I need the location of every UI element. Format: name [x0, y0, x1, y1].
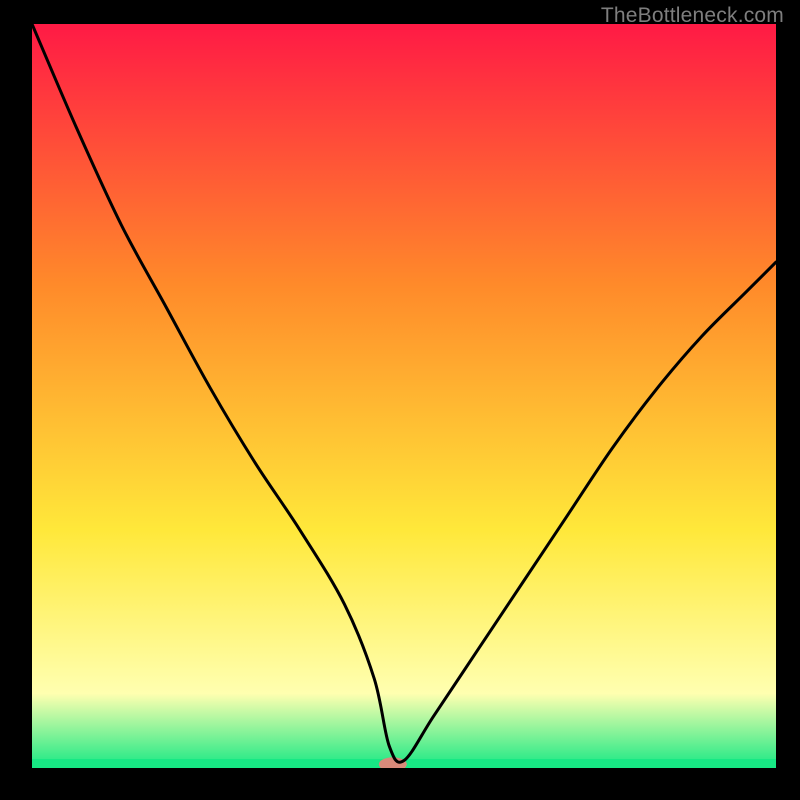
chart-svg [32, 24, 776, 768]
gradient-background [32, 24, 776, 768]
chart-frame: TheBottleneck.com [0, 0, 800, 800]
watermark-text: TheBottleneck.com [601, 4, 784, 28]
chart-plot-area [32, 24, 776, 768]
